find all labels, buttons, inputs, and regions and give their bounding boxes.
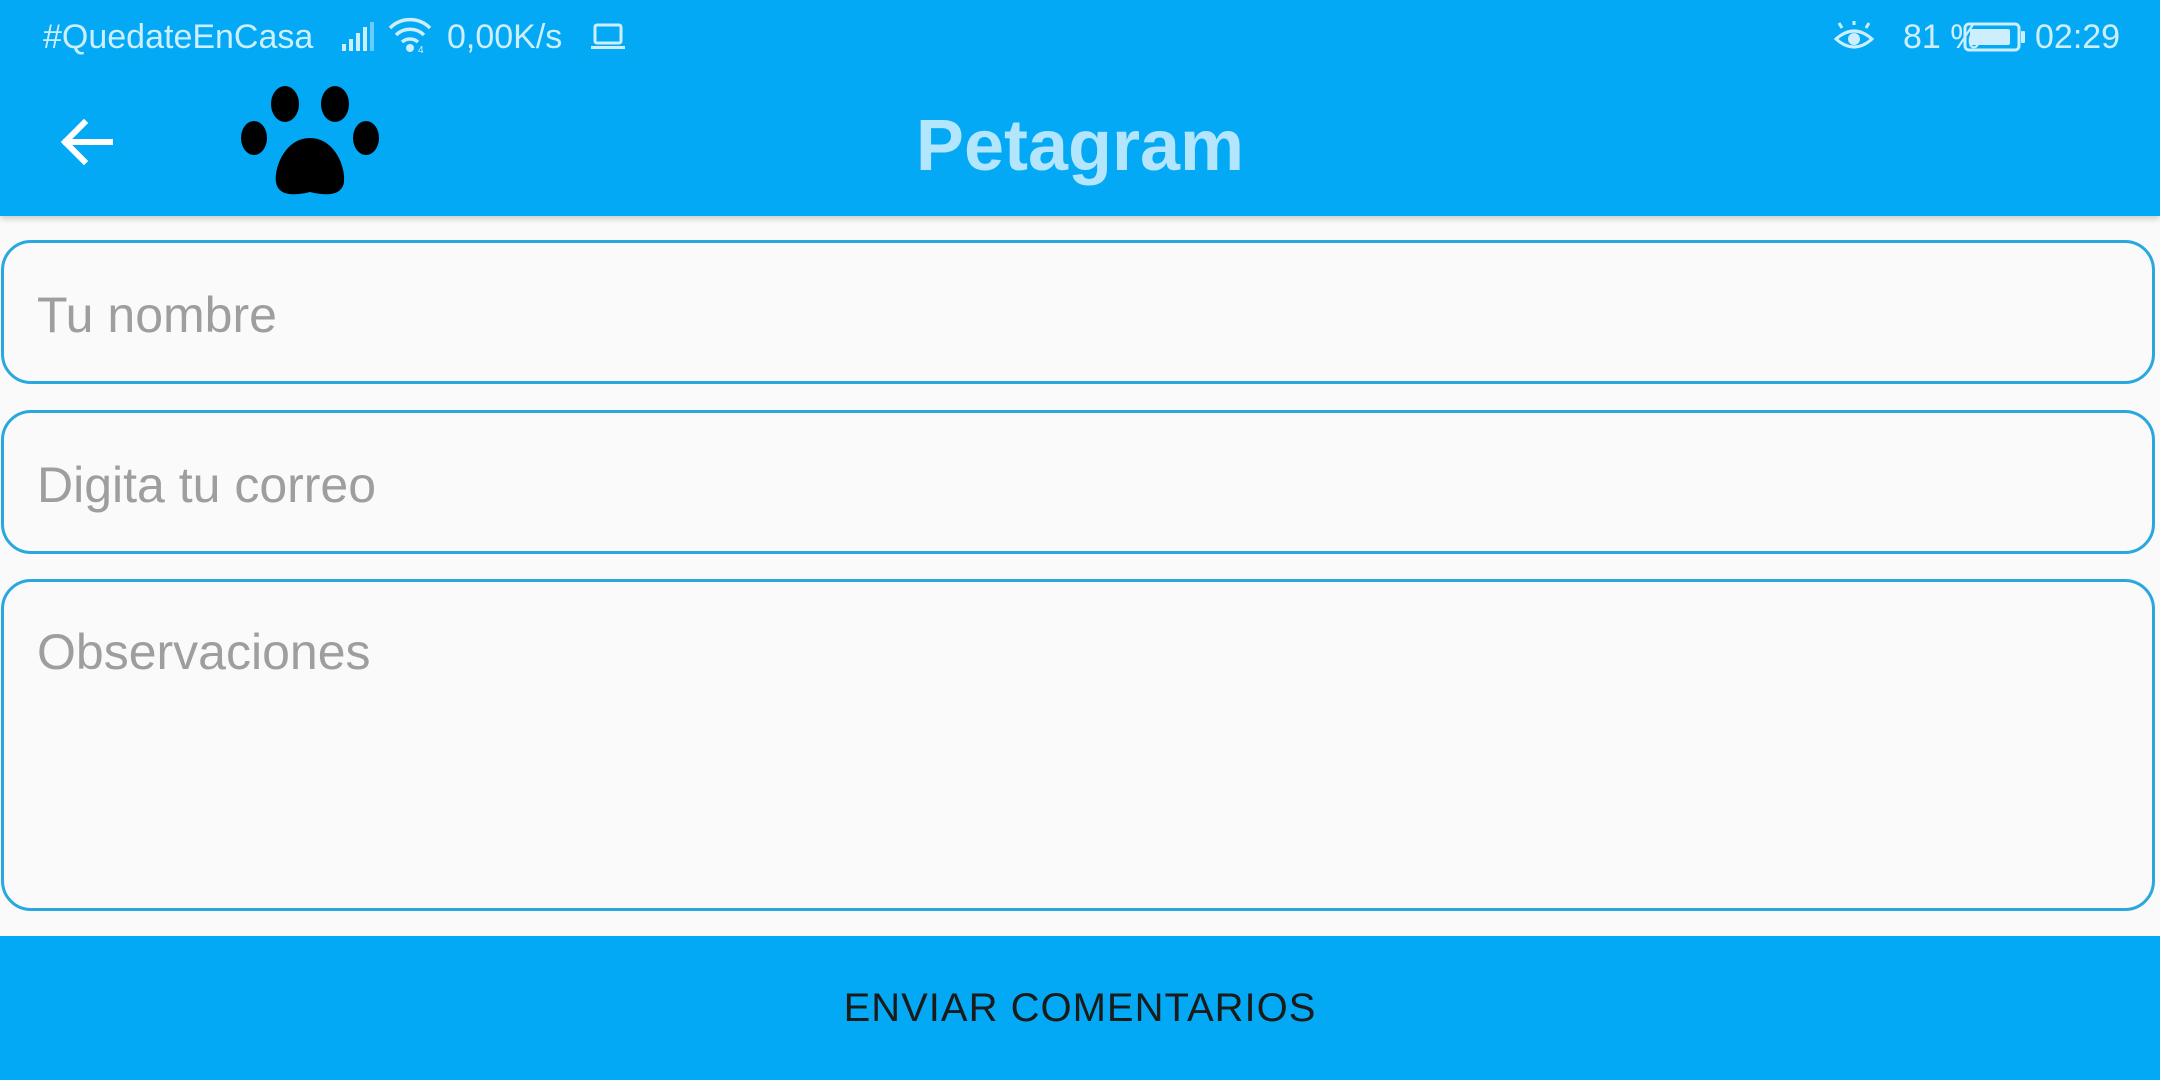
name-input[interactable]	[37, 286, 2122, 344]
page-title: Petagram	[915, 106, 1245, 186]
network-speed-text: 0,00K/s	[447, 18, 563, 56]
email-input[interactable]	[37, 456, 2122, 514]
battery-icon	[1963, 22, 2027, 57]
laptop-icon	[590, 22, 626, 57]
app-bar: #QuedateEnCasa 4 0,00K/s 81 % 02:29 Peta…	[0, 0, 2160, 216]
eye-icon	[1833, 21, 1875, 60]
send-comments-button[interactable]: ENVIAR COMENTARIOS	[0, 936, 2160, 1080]
name-field[interactable]	[1, 240, 2155, 384]
observations-input[interactable]	[37, 622, 2122, 882]
carrier-text: #QuedateEnCasa	[43, 18, 314, 56]
signal-icon	[342, 22, 376, 57]
wifi-icon: 4	[388, 16, 432, 59]
observations-field[interactable]	[1, 579, 2155, 911]
svg-text:4: 4	[418, 45, 424, 54]
email-field[interactable]	[1, 410, 2155, 554]
clock-text: 02:29	[2035, 18, 2121, 56]
